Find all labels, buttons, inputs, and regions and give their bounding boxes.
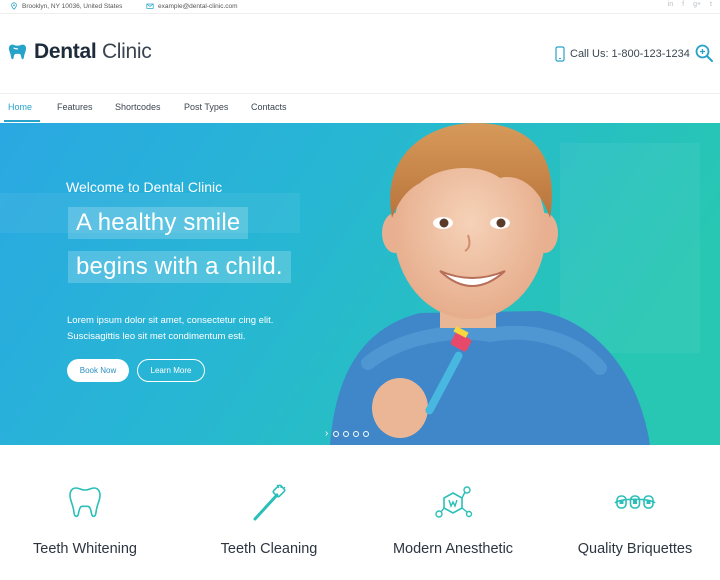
feature-label: Teeth Whitening [33,541,137,557]
active-nav-indicator [4,120,40,122]
nav-item-features[interactable]: Features [57,102,93,112]
learn-more-button[interactable]: Learn More [137,359,205,382]
hero-headline-line-2: begins with a child. [68,251,291,283]
search-icon[interactable] [694,43,714,63]
brand-name-regular: Clinic [101,40,152,63]
address-text: Brooklyn, NY 10036, United States [22,2,123,10]
book-now-button[interactable]: Book Now [67,359,129,382]
slider-dot[interactable] [363,430,370,437]
slider-dot[interactable] [353,430,360,437]
hero-welcome-text: Welcome to Dental Clinic [66,179,223,195]
brand-name-bold: Dental [34,40,97,63]
feature-label: Quality Briquettes [577,541,693,557]
nav-item-contacts[interactable]: Contacts [251,102,287,112]
location-pin-icon [11,2,17,10]
site-logo[interactable]: Dental Clinic [7,40,152,64]
google-plus-icon[interactable]: g+ [693,1,701,8]
nav-item-shortcodes[interactable]: Shortcodes [115,102,161,112]
slider-pagination: › [325,428,370,439]
feature-teeth-cleaning[interactable]: Teeth Cleaning [179,481,359,557]
feature-label: Modern Anesthetic [392,541,514,557]
call-us-text[interactable]: Call Us: 1-800-123-1234 [570,48,690,60]
toothbrush-icon [253,484,286,521]
slider-dot[interactable] [343,430,350,437]
feature-modern-anesthetic[interactable]: Modern Anesthetic [363,481,543,557]
braces-icon [614,495,656,509]
feature-teeth-whitening[interactable]: Teeth Whitening [0,481,175,557]
nav-item-home[interactable]: Home [8,102,32,112]
features-section: Teeth Whitening Teeth Cleaning Modern An… [0,445,720,580]
hero-slider: Welcome to Dental Clinic A healthy smile… [0,123,720,445]
site-header: Dental Clinic Call Us: 1-800-123-1234 [0,14,720,94]
tooth-icon [69,487,101,518]
brand-name: Dental Clinic [34,40,152,64]
twitter-icon[interactable]: t [710,1,712,8]
address-info: Brooklyn, NY 10036, United States [10,2,122,10]
linkedin-icon[interactable]: in [668,1,673,8]
phone-icon [555,46,565,62]
hero-background-image [0,123,720,445]
main-navigation: Home Features Shortcodes Post Types Cont… [0,94,720,122]
call-us[interactable]: Call Us: 1-800-123-1234 [555,46,690,62]
email-text[interactable]: example@dental-clinic.com [158,3,238,10]
feature-label: Teeth Cleaning [220,541,318,557]
slider-next-arrow-icon[interactable]: › [325,428,328,439]
facebook-icon[interactable]: f [682,1,684,8]
email-info[interactable]: example@dental-clinic.com [146,2,238,10]
tooth-logo-icon [8,44,27,59]
social-links: in f g+ t [668,1,712,8]
nav-item-post-types[interactable]: Post Types [184,102,228,112]
slider-dot[interactable] [333,430,340,437]
top-info-bar: Brooklyn, NY 10036, United States exampl… [0,0,720,14]
molecule-icon [435,486,473,518]
hero-headline-line-1: A healthy smile [68,207,249,239]
envelope-icon [146,3,154,9]
feature-quality-briquettes[interactable]: Quality Briquettes [545,481,720,557]
hero-description: Lorem ipsum dolor sit amet, consectetur … [67,315,274,342]
